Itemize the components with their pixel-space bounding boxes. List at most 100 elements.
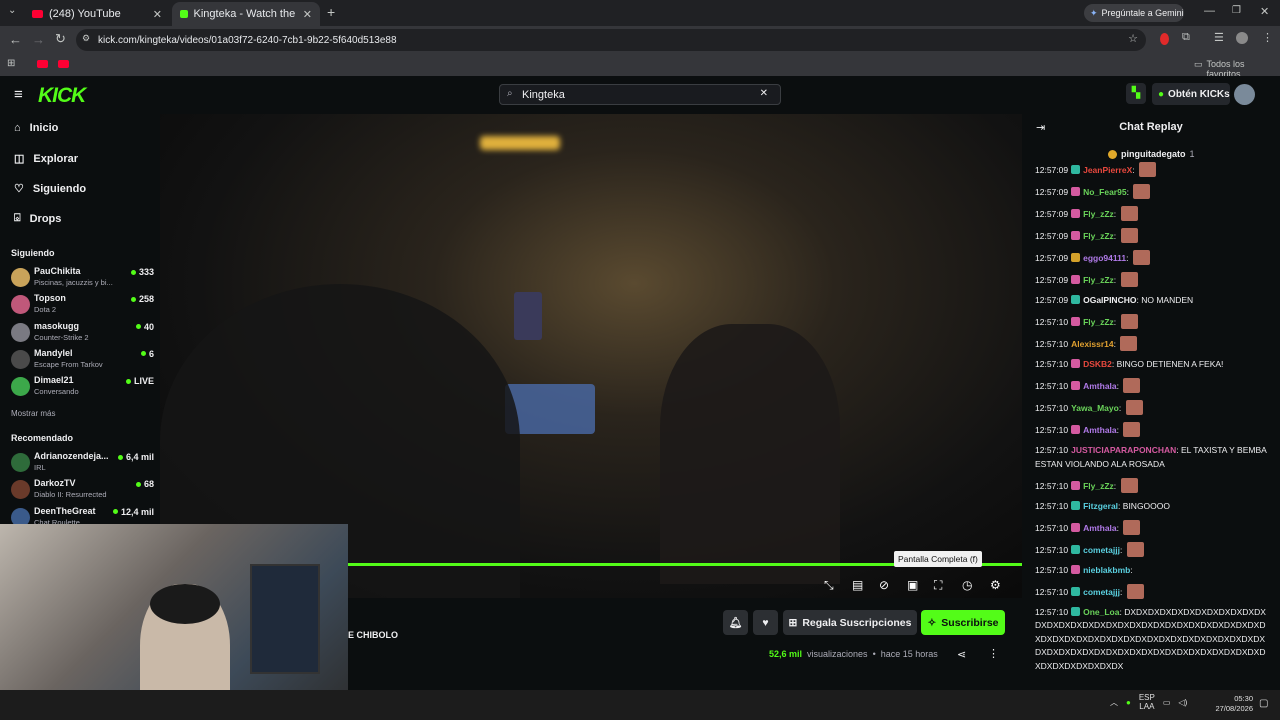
bookmark-star-icon[interactable]: ☆ [1128,32,1138,45]
hamburger-menu-icon[interactable]: ≡ [14,86,23,103]
gemini-button[interactable]: ✦ Pregúntale a Gemini [1084,4,1184,22]
chat-username[interactable]: Fly_zZz [1083,231,1114,241]
chat-username[interactable]: eggo94111 [1083,253,1126,263]
user-avatar[interactable] [1234,84,1255,105]
channel-item[interactable]: Adrianozendeja... IRL 6,4 mil [11,451,154,477]
site-info-icon[interactable]: ⚙ [82,33,90,44]
chat-username[interactable]: Amthala [1083,425,1117,435]
clips-icon[interactable]: ▚ [1126,83,1146,104]
tab-search-icon[interactable]: ⌄ [8,5,16,16]
reload-icon[interactable]: ↻ [55,31,66,47]
tray-chevron-icon[interactable]: ︿ [1110,697,1118,708]
kick-logo[interactable]: KICK [38,84,86,108]
mic-icon[interactable]: ● [1126,698,1131,707]
channel-item[interactable]: masokugg Counter-Strike 2 40 [11,321,154,347]
restore-icon[interactable]: ❐ [1232,5,1241,16]
follow-button[interactable]: ♥ [753,610,778,635]
nav-siguiendo[interactable]: ♡ Siguiendo [14,182,86,196]
fullscreen-icon[interactable]: ⛶ [934,578,942,593]
chat-message: 12:57:10 One_Loa: DXDXDXDXDXDXDXDXDXDXDXD… [1035,606,1267,674]
chat-username[interactable]: OGalPINCHO [1083,295,1136,305]
channel-item[interactable]: Mandylel Escape From Tarkov 6 [11,348,154,374]
channel-item[interactable]: PauChikita Piscinas, jacuzzis y bi... 333 [11,266,154,292]
chat-username[interactable]: Fly_zZz [1083,317,1114,327]
chat-username[interactable]: DSKB2 [1083,359,1112,369]
passenger-silhouette [660,324,840,584]
reading-list-icon[interactable]: ☰ [1214,31,1224,44]
tab-youtube[interactable]: (248) YouTube ✕ [24,2,170,26]
channel-name: PauChikita [34,266,81,276]
chat-message: 12:57:09 eggo94111: [1035,250,1267,266]
chat-username[interactable]: nieblakbmb [1083,565,1130,575]
channel-item[interactable]: Dimael21 Conversando LIVE [11,375,154,401]
new-tab-icon[interactable]: + [327,4,335,20]
chat-username[interactable]: Fly_zZz [1083,209,1114,219]
message-text: BINGO DETIENEN A FEKA! [1116,359,1224,369]
address-bar[interactable]: ⚙ kick.com/kingteka/videos/01a03f72-6240… [76,29,1146,51]
youtube-bookmark-icon[interactable] [37,60,48,68]
emote [1120,228,1138,243]
language-indicator[interactable]: ESP LAA [1139,693,1155,711]
forward-icon[interactable]: → [32,32,45,47]
tab-kick[interactable]: Kingteka - Watch the VOD on K ✕ [172,2,320,26]
apps-grid-icon[interactable]: ⊞ [7,58,15,69]
chat-username[interactable]: Amthala [1083,523,1117,533]
menu-dots-icon[interactable]: ⋮ [1262,31,1273,44]
chat-username[interactable]: Fitzgeral [1083,501,1118,511]
more-options-icon[interactable]: ⋮ [988,647,999,660]
chat-username[interactable]: cometajjj [1083,587,1120,597]
clock[interactable]: 05:30 27/08/2026 [1210,694,1253,714]
chat-username[interactable]: No_Fear95 [1083,187,1126,197]
gift-subs-button[interactable]: ⊞ Regala Suscripciones [783,610,917,635]
captions-off-icon[interactable]: ⊘ [879,578,889,592]
close-tab-icon[interactable]: ✕ [303,8,312,21]
youtube-bookmark-icon[interactable] [58,60,69,68]
extension-record-icon[interactable] [1160,33,1169,45]
extensions-icon[interactable]: ⧉ [1182,31,1190,44]
time-ago: hace 15 horas [880,649,938,659]
back-icon[interactable]: ← [9,32,22,47]
subscribe-button[interactable]: ✧ Suscribirse [921,610,1005,635]
nav-explorar[interactable]: ◫ Explorar [14,152,78,166]
clear-search-icon[interactable]: ✕ [760,88,768,99]
chat-message: 12:57:10 Fitzgeral: BINGOOOO [1035,500,1267,514]
channel-item[interactable]: DarkozTV Diablo II: Resurrected 68 [11,478,154,504]
channel-item[interactable]: Topson Dota 2 258 [11,293,154,319]
chat-username[interactable]: Amthala [1083,381,1117,391]
chat-username[interactable]: Alexissr14 [1071,339,1114,349]
clip-icon[interactable]: ▤ [852,578,863,592]
viewer-count-value: 12,4 mil [120,506,154,517]
chat-username[interactable]: JeanPierreX [1083,165,1132,175]
search-input[interactable]: ⌕ Kingteka ✕ [499,84,781,105]
show-more-link[interactable]: Mostrar más [11,409,55,418]
pc-case [250,564,320,674]
minimize-icon[interactable]: — [1204,5,1215,17]
chat-username[interactable]: cometajjj [1083,545,1120,555]
search-value: Kingteka [522,88,565,101]
stream-title: E CHIBOLO [348,630,399,640]
get-kicks-button[interactable]: ● Obtén KICKs [1152,83,1230,105]
speed-icon[interactable]: ◷ [962,578,972,592]
profile-avatar[interactable] [1236,32,1248,44]
notifications-icon[interactable]: ▢ [1259,698,1268,709]
theater-mode-icon[interactable]: ⤡ [824,578,834,593]
pip-icon[interactable]: ▣ [907,578,918,592]
chat-username[interactable]: Yawa_Mayo [1071,403,1119,413]
colon: : [1113,317,1119,327]
message-time: 12:57:10 [1035,359,1069,369]
close-window-icon[interactable]: ✕ [1260,5,1269,18]
close-tab-icon[interactable]: ✕ [153,8,162,21]
chat-username[interactable]: One_Loa [1083,607,1119,617]
share-icon[interactable]: ⋖ [957,648,966,661]
chat-username[interactable]: JUSTICIAPARAPONCHAN [1071,445,1176,455]
colon: : [1130,564,1133,575]
nav-inicio[interactable]: ⌂ Inicio [14,122,58,134]
volume-icon[interactable]: ◁) [1178,698,1187,707]
avatar [11,453,30,472]
nav-drops[interactable]: ⌺ Drops [14,212,61,225]
network-icon[interactable]: ▭ [1163,698,1171,707]
chat-username[interactable]: Fly_zZz [1083,481,1114,491]
chat-username[interactable]: Fly_zZz [1083,275,1114,285]
settings-gear-icon[interactable]: ⚙ [990,578,1001,592]
notifications-button[interactable]: 🔔︎ [723,610,748,635]
